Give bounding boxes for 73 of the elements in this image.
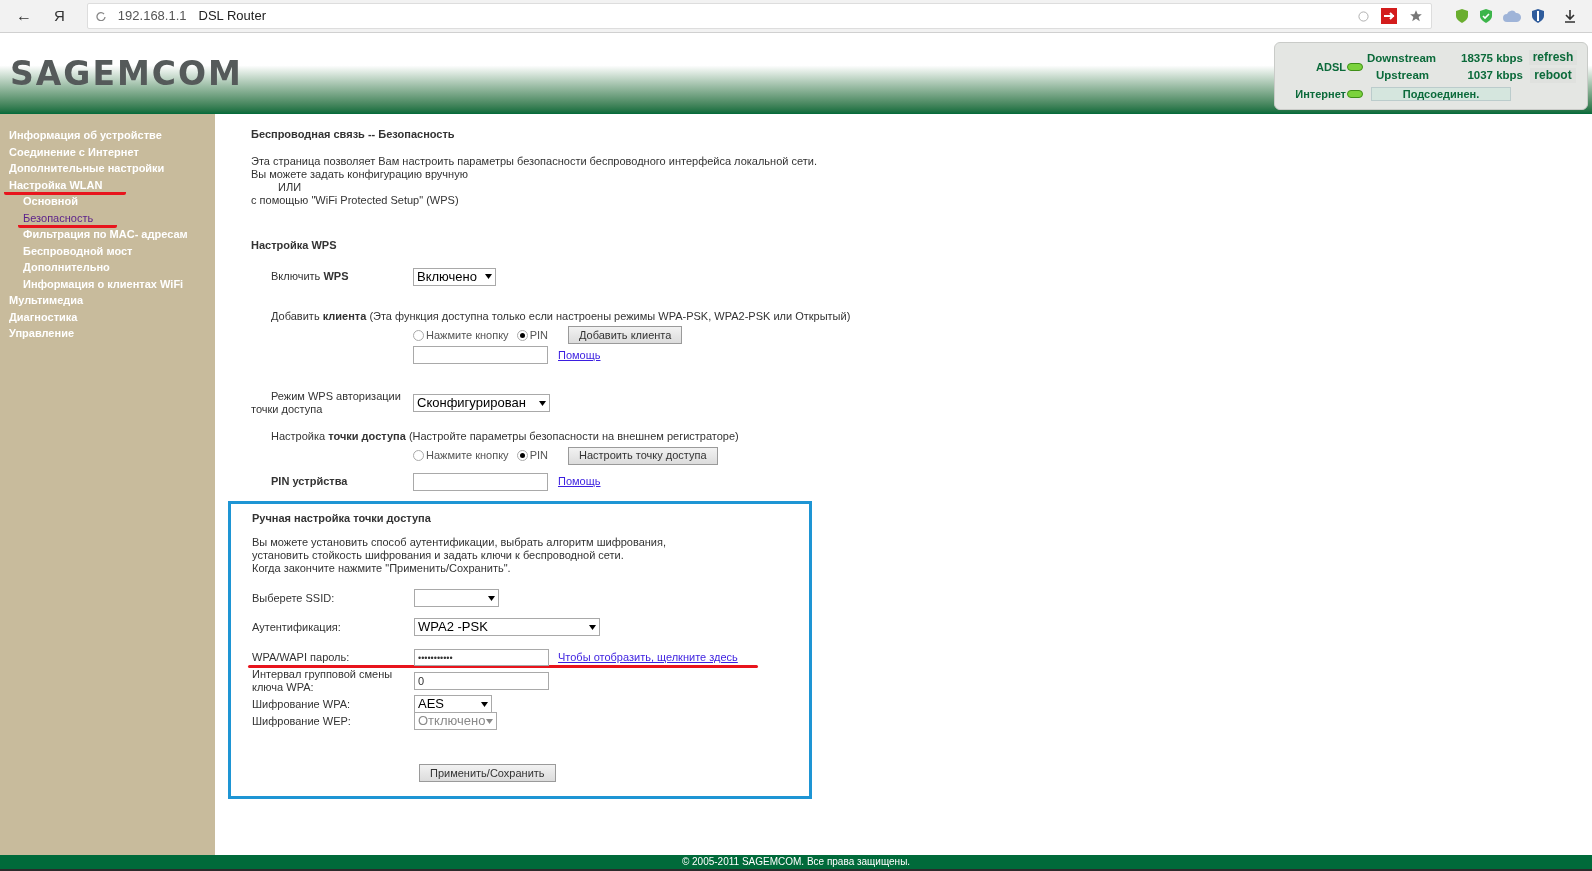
description-text: Когда закончите нажмите "Применить/Сохранить". [252, 562, 512, 575]
field-label: Включить WPS [270, 269, 350, 285]
dropdown[interactable]: WPA2 -PSK [414, 618, 600, 636]
description-text: установить стойкость шифрования и задать ключи к беспроводной сети. [252, 549, 625, 562]
field-label: Выберете SSID: [252, 590, 336, 606]
field-label: Шифрование WEP: [252, 713, 352, 729]
caret-icon [485, 274, 492, 279]
caret-icon [589, 624, 596, 630]
field-label: PIN устрйства [270, 474, 349, 490]
caret-icon [488, 595, 495, 601]
header-button[interactable]: reboot [1530, 68, 1576, 84]
field-label: Настройка точки доступа (Настройте параметры безопасности на внешнем регистраторе) [270, 429, 740, 444]
caret-icon [539, 400, 546, 406]
radio-button[interactable] [413, 329, 424, 341]
section-heading: Настройка WPS [251, 238, 338, 253]
dropdown[interactable] [414, 589, 499, 607]
field-label: Интервал групповой смены ключа WPA: [252, 668, 394, 694]
interval-field[interactable]: 0 [414, 672, 549, 690]
radio-button[interactable] [413, 450, 424, 461]
field-label: Добавить клиента (Эта функция доступна только если настроены режимы WPA-PSK, WPA2-PSK или Открытый) [270, 308, 852, 324]
reload-icon[interactable] [95, 11, 106, 21]
form-button[interactable]: Настроить точку доступа [567, 446, 718, 465]
star-icon[interactable] [1409, 9, 1423, 23]
sidebar-item[interactable]: Безопасность [0, 209, 215, 226]
status-label: Downstream [1367, 50, 1438, 66]
password-field[interactable]: ••••••••••• [414, 649, 549, 666]
radio-button[interactable] [516, 450, 528, 461]
caret-icon [481, 701, 488, 707]
address-bar[interactable]: 192.168.1.1 DSL Router [86, 3, 1432, 29]
pin-field[interactable] [413, 472, 548, 491]
page-title: DSL Router [198, 7, 266, 26]
radio-label: PIN [529, 327, 548, 343]
dropdown[interactable]: Сконфигурирован [413, 394, 550, 412]
description-text: Вы можете установить способ аутентификации, выбрать алгоритм шифрования, [252, 536, 668, 549]
show-password-link[interactable]: Чтобы отобразить, щелкните здесь [558, 649, 738, 666]
field-label: WPA/WAPI пароль: [252, 650, 351, 666]
shield-icon[interactable] [1530, 8, 1546, 24]
field-label: Шифрование WPA: [252, 696, 352, 712]
intro-text: Эта страница позволяет Вам настроить параметры безопасности беспроводного интерфейса локальной сети. [251, 155, 818, 168]
dropdown[interactable]: Включено [413, 267, 496, 286]
back-button[interactable]: ← [16, 4, 32, 28]
form-button[interactable]: Добавить клиента [567, 326, 683, 344]
field-label: Режим WPS авторизации точки доступа [251, 390, 402, 416]
download-icon[interactable] [1564, 9, 1576, 23]
radio-label: Нажмите кнопку [426, 448, 509, 464]
dropdown[interactable]: AES [414, 695, 492, 713]
intro-text: с помощью "WiFi Protected Setup" (WPS) [251, 194, 460, 207]
radio-button[interactable] [516, 329, 528, 341]
intro-text: Вы можете задать конфигурацию вручную [251, 168, 469, 181]
url-text: 192.168.1.1 [117, 7, 187, 26]
pin-field[interactable] [413, 346, 548, 364]
cloud-icon[interactable] [1502, 9, 1522, 23]
caret-icon [486, 718, 493, 724]
field-label: Аутентификация: [252, 619, 342, 635]
footer: © 2005-2011 SAGEMCOM. Все права защищены. [0, 855, 1592, 869]
status-value: 18375 kbps [1460, 50, 1523, 66]
header-button[interactable]: refresh [1528, 50, 1578, 66]
status-label: ADSL [1316, 59, 1346, 75]
form-button[interactable]: Применить/Сохранить [419, 764, 556, 782]
status-label: Интернет [1295, 87, 1346, 102]
home-button[interactable]: Я [54, 4, 65, 28]
help-link[interactable]: Помощь [558, 346, 601, 364]
logo: SAGEMCOM [10, 52, 243, 95]
section-heading: Ручная настройка точки доступа [252, 510, 432, 526]
radio-label: Нажмите кнопку [426, 327, 509, 343]
connection-status: Подсоединен. [1371, 87, 1511, 102]
status-value: 1037 kbps [1466, 67, 1523, 83]
globe-icon[interactable] [1358, 10, 1369, 22]
intro-text: ИЛИ [277, 181, 303, 194]
page-title: Беспроводная связь -- Безопасность [251, 127, 456, 141]
help-link[interactable]: Помощь [558, 473, 601, 490]
status-label: Upstream [1375, 67, 1431, 83]
radio-label: PIN [529, 448, 548, 464]
